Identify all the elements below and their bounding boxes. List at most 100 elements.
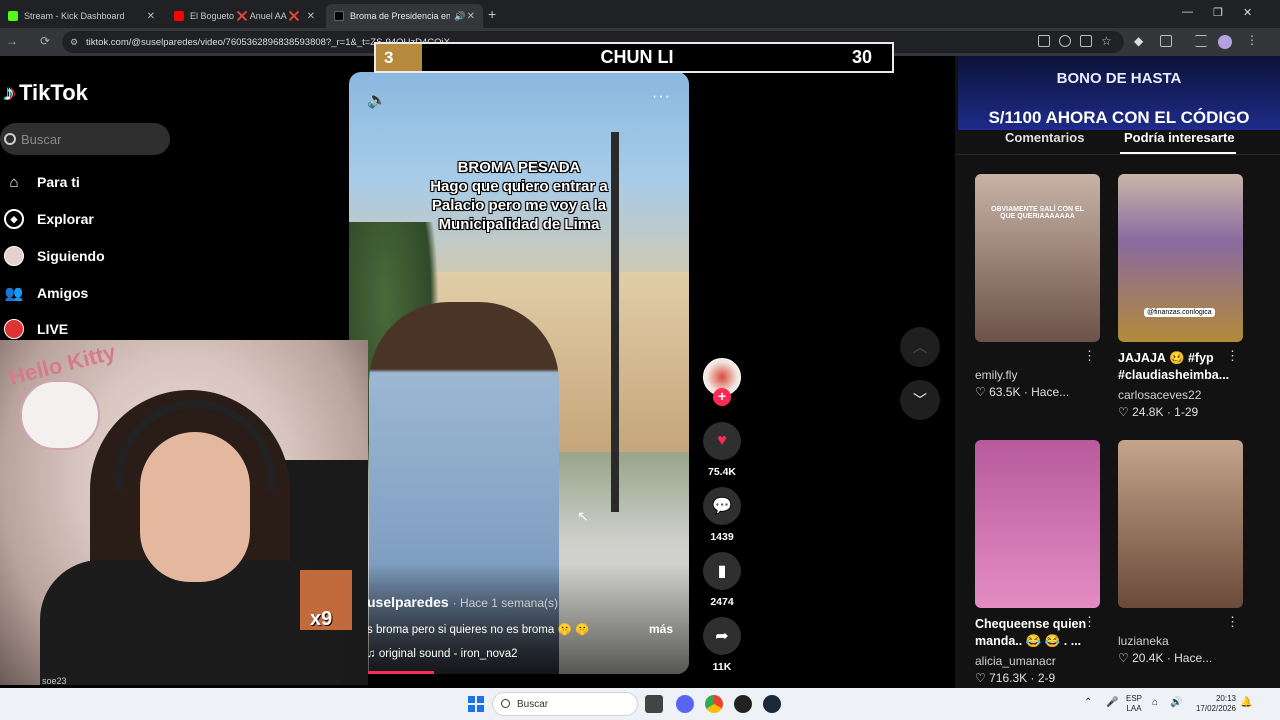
tray-chevron-icon[interactable]: ⌃ bbox=[1084, 698, 1092, 708]
next-video-button[interactable]: ﹀ bbox=[900, 380, 940, 420]
taskbar-search[interactable]: Buscar bbox=[492, 692, 638, 716]
extension-diamond-icon[interactable]: ◆ bbox=[1134, 34, 1143, 48]
forward-icon[interactable]: → bbox=[6, 34, 18, 48]
language-indicator[interactable]: ESP LAA bbox=[1126, 694, 1142, 714]
nav-explorar[interactable]: ◆ Explorar bbox=[4, 209, 94, 229]
nav-live[interactable]: LIVE bbox=[4, 319, 68, 339]
file-explorer-icon[interactable] bbox=[645, 695, 663, 713]
reading-list-icon[interactable] bbox=[1195, 35, 1207, 47]
notification-icon[interactable]: 🔔 bbox=[1240, 698, 1252, 708]
menu-icon[interactable]: ⋮ bbox=[1246, 33, 1258, 47]
microphone-icon[interactable]: 🎤 bbox=[1106, 698, 1118, 708]
discord-icon[interactable] bbox=[676, 695, 694, 713]
tab-youtube[interactable]: El Bogueto ❌ Anuel AA ❌ Yu ✕ bbox=[166, 4, 323, 28]
recommended-video-card[interactable]: OBVIAMENTE SALÍ CON EL QUE QUERIAAAAAAA … bbox=[975, 174, 1100, 399]
network-icon[interactable]: ⌂ bbox=[1152, 698, 1158, 708]
tab-title: El Bogueto ❌ Anuel AA ❌ Yu bbox=[190, 10, 302, 21]
reload-icon[interactable]: ⟳ bbox=[40, 34, 50, 48]
speaker-icon[interactable]: 🔊 bbox=[1170, 698, 1182, 708]
site-settings-icon[interactable]: ⚙ bbox=[70, 37, 78, 48]
close-window-button[interactable]: ✕ bbox=[1243, 6, 1252, 19]
translate-icon[interactable] bbox=[1038, 35, 1050, 47]
tab-comentarios[interactable]: Comentarios bbox=[1005, 130, 1084, 145]
more-icon[interactable]: ⋮ bbox=[1226, 348, 1239, 364]
chrome-icon[interactable] bbox=[705, 695, 723, 713]
more-icon[interactable]: ⋮ bbox=[1083, 348, 1096, 364]
video-thumbnail[interactable]: @finanzas.conlogica bbox=[1118, 174, 1243, 342]
card-user[interactable]: alicia_umanacr bbox=[975, 654, 1100, 668]
follow-plus-icon[interactable]: + bbox=[713, 388, 731, 406]
search-placeholder: Buscar bbox=[21, 131, 62, 147]
video-author[interactable]: uselparedes · Hace 1 semana(s) bbox=[367, 594, 558, 610]
heart-outline-icon: ♡ bbox=[975, 385, 986, 399]
volume-icon[interactable]: 🔈 bbox=[367, 90, 387, 110]
close-icon[interactable]: ✕ bbox=[467, 11, 475, 22]
cast-icon[interactable] bbox=[1080, 35, 1092, 47]
card-user[interactable]: luzianeka bbox=[1118, 634, 1243, 648]
zoom-icon[interactable] bbox=[1059, 35, 1071, 47]
more-icon[interactable]: ⋮ bbox=[1226, 614, 1239, 630]
card-likes: 24.8K bbox=[1132, 405, 1164, 419]
comment-button[interactable]: 💬 1439 bbox=[703, 487, 741, 543]
live-icon bbox=[4, 319, 24, 339]
windows-start-icon[interactable] bbox=[468, 696, 484, 712]
recommended-video-card[interactable]: ⋮ Chequeense quien manda.. 😂 😂 . ... ali… bbox=[975, 440, 1100, 685]
like-button[interactable]: ♥ 75.4K bbox=[703, 422, 741, 478]
score-name: CHUN LI bbox=[600, 47, 674, 67]
author-username[interactable]: uselparedes bbox=[367, 594, 449, 610]
video-thumbnail[interactable]: OBVIAMENTE SALÍ CON EL QUE QUERIAAAAAAA bbox=[975, 174, 1100, 342]
previous-video-button[interactable]: ︿ bbox=[900, 327, 940, 367]
logo-text: TikTok bbox=[19, 80, 88, 105]
language-sub: LAA bbox=[1126, 704, 1142, 713]
more-icon[interactable]: ⋮ bbox=[1083, 614, 1096, 630]
following-avatar-icon bbox=[4, 246, 24, 266]
nav-siguiendo[interactable]: Siguiendo bbox=[4, 246, 105, 266]
nav-amigos[interactable]: 👥 Amigos bbox=[4, 283, 89, 303]
comment-count: 1439 bbox=[710, 531, 734, 543]
recommended-video-card[interactable]: @finanzas.conlogica ⋮ JAJAJA 🥴 #fyp #cla… bbox=[1118, 174, 1243, 419]
recommended-video-card[interactable]: ⋮ luzianeka ♡ 20.4K · Hace... bbox=[1118, 440, 1243, 665]
save-button[interactable]: ▮ 2474 bbox=[703, 552, 741, 608]
video-player[interactable]: 🔈 ··· BROMA PESADA Hago que quiero entra… bbox=[349, 72, 689, 674]
card-user[interactable]: carlosaceves22 bbox=[1118, 388, 1243, 402]
card-user[interactable]: emily.fly bbox=[975, 368, 1100, 382]
clock-date: 17/02/2026 bbox=[1195, 704, 1236, 713]
video-thumbnail[interactable] bbox=[975, 440, 1100, 608]
card-time: · Hace... bbox=[1166, 651, 1213, 665]
new-tab-button[interactable]: + bbox=[488, 6, 496, 22]
tiktok-logo[interactable]: ♪ TikTok bbox=[4, 80, 88, 106]
banner-line1: BONO DE HASTA bbox=[1056, 70, 1182, 87]
bookmark-star-icon[interactable]: ☆ bbox=[1101, 34, 1112, 48]
speaker-icon[interactable]: 🔊 bbox=[454, 11, 465, 22]
card-likes: 20.4K bbox=[1132, 651, 1164, 665]
card-title[interactable]: JAJAJA 🥴 #fyp #claudiasheimba... bbox=[1118, 350, 1243, 384]
obs-icon[interactable] bbox=[734, 695, 752, 713]
steam-icon[interactable] bbox=[763, 695, 781, 713]
nav-para-ti[interactable]: ⌂ Para ti bbox=[4, 172, 79, 192]
promo-banner[interactable]: BONO DE HASTA S/1100 AHORA CON EL CÓDIGO bbox=[958, 56, 1280, 130]
profile-avatar[interactable] bbox=[1218, 35, 1232, 49]
extensions-icon[interactable] bbox=[1160, 35, 1172, 47]
bookmark-icon: ▮ bbox=[703, 552, 741, 590]
maximize-button[interactable]: ❐ bbox=[1213, 6, 1223, 19]
clock[interactable]: 20:13 17/02/2026 bbox=[1190, 694, 1236, 714]
taskbar-search-placeholder: Buscar bbox=[517, 698, 549, 710]
like-count: 75.4K bbox=[707, 466, 737, 478]
card-time: · 2-9 bbox=[1030, 671, 1056, 685]
tab-kick-dashboard[interactable]: Stream - Kick Dashboard ✕ bbox=[0, 4, 163, 28]
share-button[interactable]: ➦ 11K bbox=[703, 617, 741, 673]
video-caption-overlay: BROMA PESADA Hago que quiero entrar a Pa… bbox=[389, 158, 649, 234]
minimize-button[interactable]: — bbox=[1182, 6, 1193, 18]
score-points: 30 bbox=[852, 47, 873, 67]
sound-link[interactable]: ♫ original sound - iron_nova2 bbox=[367, 648, 518, 660]
close-icon[interactable]: ✕ bbox=[147, 11, 155, 22]
more-options-icon[interactable]: ··· bbox=[652, 88, 671, 106]
video-thumbnail[interactable] bbox=[1118, 440, 1243, 608]
stream-scoreboard: 3 CHUN LI 30 bbox=[374, 42, 894, 73]
card-title[interactable]: Chequeense quien manda.. 😂 😂 . ... bbox=[975, 616, 1100, 650]
search-input[interactable]: Buscar bbox=[0, 123, 170, 155]
tab-podria-interesarte[interactable]: Podría interesarte bbox=[1124, 130, 1235, 145]
tab-tiktok[interactable]: Broma de Presidencia en Li 🔊 ✕ bbox=[326, 4, 483, 28]
more-link[interactable]: más bbox=[649, 622, 673, 636]
close-icon[interactable]: ✕ bbox=[307, 11, 315, 22]
